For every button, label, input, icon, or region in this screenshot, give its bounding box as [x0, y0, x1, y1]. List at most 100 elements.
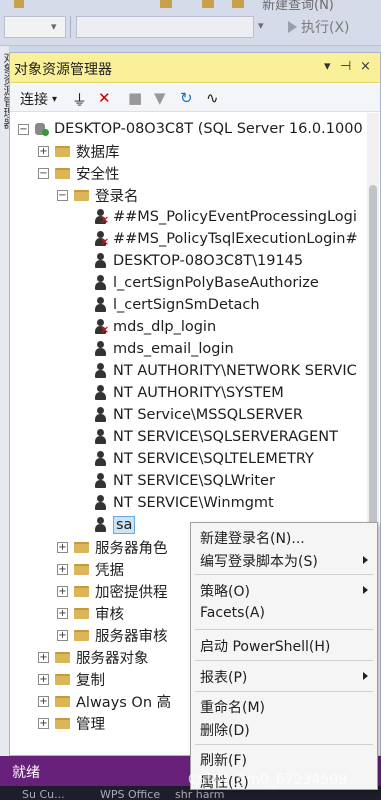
tree-node-databases[interactable]: + 数据库	[38, 140, 120, 162]
stop-icon[interactable]: ■	[128, 89, 142, 107]
database-combo[interactable]: ▾	[4, 16, 66, 38]
side-tab-label: 对象资源管理器	[2, 52, 9, 129]
chevron-down-icon: ▾	[51, 20, 57, 33]
tree-label: DESKTOP-08O3C8T\19145	[113, 253, 304, 269]
tree-node-credentials[interactable]: + 凭据	[57, 558, 124, 580]
tree-label: ##MS_PolicyEventProcessingLogi	[113, 209, 357, 225]
tree-node-security[interactable]: − 安全性	[38, 162, 120, 184]
tree-node-login[interactable]: × ##MS_PolicyEventProcessingLogi	[94, 206, 357, 228]
expand-icon[interactable]: +	[57, 541, 68, 553]
chevron-down-icon: ▾	[52, 93, 58, 105]
folder-icon	[74, 629, 89, 641]
user-icon	[94, 429, 107, 445]
filter-icon[interactable]: ▼	[154, 89, 166, 107]
tree-label: 加密提供程	[95, 584, 168, 601]
tree-node-login[interactable]: NT SERVICE\SQLTELEMETRY	[94, 448, 314, 470]
tree-node-login[interactable]: NT SERVICE\SQLSERVERAGENT	[94, 426, 338, 448]
menu-item-refresh[interactable]: 刷新(F)	[191, 748, 377, 770]
tree-node-replication[interactable]: + 复制	[38, 668, 105, 690]
tree-label: DESKTOP-08O3C8T (SQL Server 16.0.1000	[54, 121, 363, 137]
user-icon	[94, 407, 107, 423]
tree-node-server-objects[interactable]: + 服务器对象	[38, 646, 149, 668]
scroll-thumb[interactable]	[369, 185, 377, 575]
tree-node-login[interactable]: DESKTOP-08O3C8T\19145	[94, 250, 303, 272]
top-toolbar: 新建查询(N) ▾ ▾ 执行(X)	[0, 0, 381, 46]
close-icon[interactable]: ×	[360, 59, 371, 74]
tree-node-audits[interactable]: + 审核	[57, 602, 124, 624]
disconnect-icon[interactable]: ✕	[98, 89, 111, 107]
activity-icon[interactable]: ∿	[206, 89, 219, 107]
tree-node-login[interactable]: l_certSignPolyBaseAuthorize	[94, 272, 319, 294]
expand-icon[interactable]: +	[38, 651, 49, 663]
expand-icon[interactable]: +	[57, 563, 68, 575]
expand-icon[interactable]: +	[57, 607, 68, 619]
expand-icon[interactable]: +	[57, 585, 68, 597]
execute-button[interactable]: 执行(X)	[288, 16, 350, 38]
tree-node-logins[interactable]: − 登录名	[57, 184, 139, 206]
folder-icon	[55, 651, 70, 663]
menu-item-rename[interactable]: 重命名(M)	[191, 695, 377, 717]
taskbar-item[interactable]: Su Cu...	[22, 788, 65, 800]
object-explorer-side-tab[interactable]: 对象资源管理器	[0, 46, 9, 756]
folder-icon	[55, 695, 70, 707]
plug-icon[interactable]: ⏚	[72, 89, 87, 110]
collapse-icon[interactable]: −	[18, 123, 29, 135]
taskbar-item[interactable]: WPS Office	[100, 788, 160, 800]
refresh-icon[interactable]: ↻	[180, 89, 193, 107]
tree-node-login[interactable]: NT AUTHORITY\NETWORK SERVIC	[94, 360, 357, 382]
menu-item-script-login[interactable]: 编写登录脚本为(S)	[191, 549, 377, 571]
tree-node-management[interactable]: + 管理	[38, 712, 105, 734]
tree-node-login-selected[interactable]: sa	[94, 514, 136, 536]
user-icon	[94, 517, 107, 533]
tree-node-login[interactable]: × ##MS_PolicyTsqlExecutionLogin#	[94, 228, 358, 250]
folder-icon	[55, 673, 70, 685]
folder-icon	[74, 607, 89, 619]
tree-node-login[interactable]: NT Service\MSSQLSERVER	[94, 404, 303, 426]
menu-separator	[195, 691, 373, 692]
menu-separator	[195, 660, 373, 661]
tree-node-login[interactable]: mds_email_login	[94, 338, 234, 360]
menu-item-new-login[interactable]: 新建登录名(N)...	[191, 526, 377, 548]
collapse-icon[interactable]: −	[57, 189, 68, 201]
tree-node-login[interactable]: × mds_dlp_login	[94, 316, 216, 338]
tree-node-login[interactable]: l_certSignSmDetach	[94, 294, 260, 316]
expand-icon[interactable]: +	[38, 695, 49, 707]
new-query-button[interactable]: 新建查询(N)	[262, 0, 334, 13]
user-icon	[94, 495, 107, 511]
tree-label: NT AUTHORITY\NETWORK SERVIC	[113, 363, 357, 379]
expand-icon[interactable]: +	[38, 673, 49, 685]
menu-item-reports[interactable]: 报表(P)	[191, 665, 377, 687]
menu-item-policies[interactable]: 策略(O)	[191, 579, 377, 601]
tree-label: 凭据	[95, 562, 124, 579]
collapse-icon[interactable]: −	[38, 167, 49, 179]
tree-label: NT SERVICE\SQLWriter	[113, 473, 275, 489]
tree-node-crypto-providers[interactable]: + 加密提供程	[57, 580, 168, 602]
tree-node-server-roles[interactable]: + 服务器角色	[57, 536, 168, 558]
tree-node-server-audit-specs[interactable]: + 服务器审核	[57, 624, 168, 646]
folder-icon	[55, 145, 70, 157]
tree-node-login[interactable]: NT SERVICE\Winmgmt	[94, 492, 274, 514]
tree-node-always-on[interactable]: + Always On 高	[38, 690, 171, 712]
expand-icon[interactable]: +	[38, 145, 49, 157]
pin-icon[interactable]: ⊣	[340, 59, 351, 74]
panel-title: 对象资源管理器	[14, 62, 112, 78]
tree-label: ##MS_PolicyTsqlExecutionLogin#	[113, 231, 358, 247]
expand-icon[interactable]: +	[57, 629, 68, 641]
user-icon	[94, 253, 107, 269]
menu-item-start-powershell[interactable]: 启动 PowerShell(H)	[191, 634, 377, 656]
folder-icon	[74, 585, 89, 597]
menu-item-delete[interactable]: 删除(D)	[191, 718, 377, 740]
tree-label: l_certSignSmDetach	[113, 297, 260, 313]
tree-label: Always On 高	[76, 694, 172, 711]
menu-item-facets[interactable]: Facets(A)	[191, 603, 377, 625]
tree-node-server[interactable]: − DESKTOP-08O3C8T (SQL Server 16.0.1000	[18, 118, 363, 140]
status-text: 就绪	[12, 765, 40, 781]
expand-icon[interactable]: +	[38, 717, 49, 729]
query-combo[interactable]	[76, 16, 254, 38]
user-icon	[94, 275, 107, 291]
connect-button[interactable]: 连接 ▾	[20, 89, 57, 109]
tree-label: 审核	[95, 606, 124, 623]
window-position-button[interactable]: ▾	[324, 59, 331, 74]
tree-node-login[interactable]: NT SERVICE\SQLWriter	[94, 470, 275, 492]
tree-node-login[interactable]: NT AUTHORITY\SYSTEM	[94, 382, 284, 404]
